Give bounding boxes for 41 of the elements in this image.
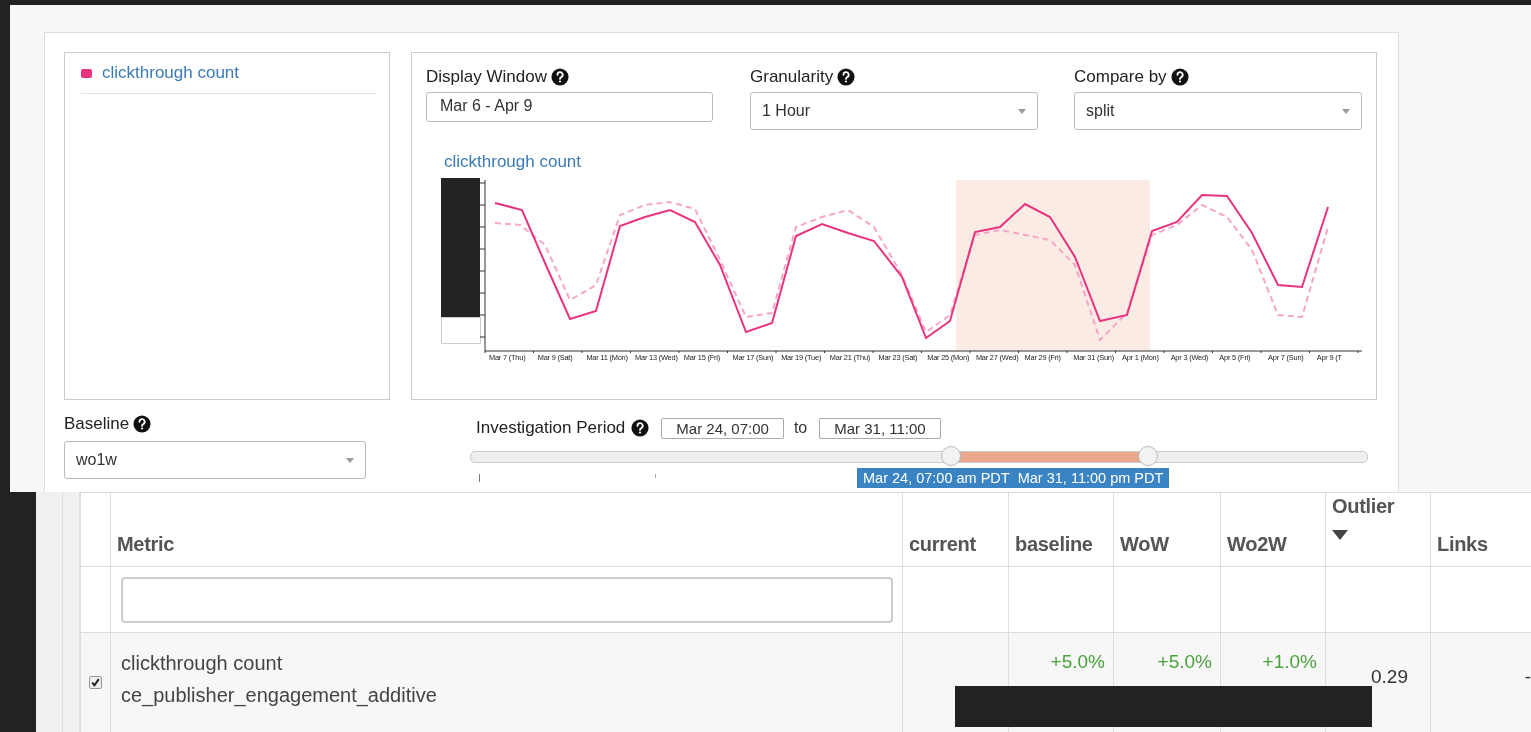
field-label: Granularity [750,67,834,87]
table-cell: +5.0% [1157,651,1212,672]
field-label: Baseline [64,414,130,434]
column-header[interactable]: Links [1430,492,1531,567]
axis-label-box [441,317,481,344]
row-checkbox[interactable] [89,676,102,689]
slider-handle[interactable] [1138,446,1159,466]
column-header[interactable]: Wo2W [1220,492,1326,567]
dropdown[interactable]: wo1w [64,441,366,479]
slider-handle[interactable] [941,446,962,466]
column-header[interactable]: WoW [1113,492,1221,567]
metric-name: clickthrough count [121,651,284,676]
column-header[interactable]: current [902,492,1009,567]
column-header[interactable]: Outlier [1325,492,1431,567]
dropdown[interactable]: 1 Hour [750,92,1038,130]
table-cell: - [1524,665,1531,687]
filter-input-field[interactable] [121,576,893,623]
tooltip-text: Mar 31, 11:00 pm PDT [1017,470,1164,486]
column-header[interactable]: Metric [110,492,903,567]
help-icon[interactable] [837,68,856,86]
tooltip-text: Mar 24, 07:00 am PDT [863,470,1010,486]
sort-descending-icon [1332,530,1348,540]
help-icon[interactable] [1170,68,1189,86]
table-cell: +5.0% [1050,651,1105,672]
dataset-name: ce_publisher_engagement_additive [121,683,438,709]
table-cell: 0.29 [1371,665,1408,687]
help-icon[interactable] [550,68,569,86]
field-label: Compare by [1074,67,1167,87]
end-date-field[interactable]: Mar 31, 11:00 [819,417,941,439]
range-separator: to [793,419,808,437]
legend-label[interactable]: clickthrough count [102,63,240,83]
help-icon[interactable] [631,419,650,437]
field-label: Display Window [426,67,547,87]
table-cell: +1.0% [1262,651,1317,672]
chart-title: clickthrough count [444,152,583,172]
dropdown[interactable]: split [1074,92,1362,130]
field-label: Investigation Period [476,418,626,438]
start-date-field[interactable]: Mar 24, 07:00 [661,417,784,439]
help-icon[interactable] [133,415,152,433]
date-range-field[interactable]: Mar 6 - Apr 9 [426,92,713,122]
column-header[interactable]: baseline [1008,492,1114,567]
